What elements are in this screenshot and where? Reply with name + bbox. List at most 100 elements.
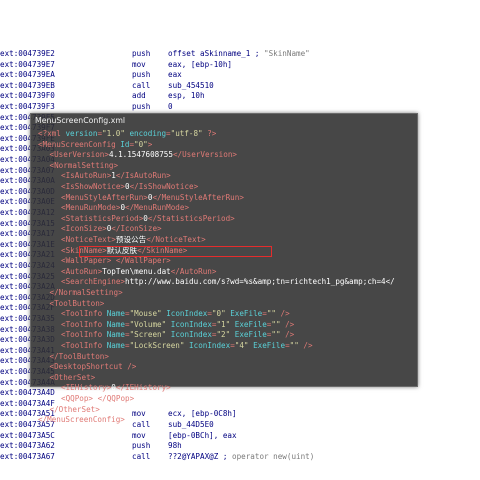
xml-tag: <ToolInfo: [61, 319, 107, 329]
xml-tag: </MenuScreenConfig>: [38, 415, 125, 425]
asm-operands: sub_454510: [168, 80, 214, 90]
xml-tag: <SearchEngine>: [61, 277, 126, 287]
xml-tag: />: [275, 309, 290, 319]
asm-comment: "SkinName": [264, 49, 310, 58]
asm-row[interactable]: ext:004739EB call sub_454510: [0, 81, 480, 92]
asm-row[interactable]: ext:004739EA push eax: [0, 70, 480, 81]
xml-line: <IsShowNotice>0</IsShowNotice>: [61, 182, 198, 193]
asm-row[interactable]: ext:004739E2 push offset aSkinname_1 ; "Sk…: [0, 49, 480, 60]
xml-attribute: Name: [106, 319, 126, 329]
xml-tag: </QQPop>: [97, 394, 135, 403]
popup-title: MenuScreenConfig.xml: [35, 116, 126, 125]
xml-line: <DesktopShortcut />: [50, 362, 137, 373]
xml-value: "Volume": [129, 319, 167, 329]
xml-tag: <NoticeText>: [61, 235, 116, 244]
xml-tag: >: [147, 139, 153, 149]
asm-row[interactable]: ext:004739F3 push 0: [0, 102, 480, 113]
asm-mnemonic: call: [132, 80, 151, 90]
asm-mnemonic: add: [132, 91, 146, 101]
xml-tag: <NormalSetting>: [49, 160, 119, 170]
asm-row[interactable]: ext:004739E7 mov eax, [ebp-10h]: [0, 60, 480, 71]
xml-line: <NoticeText>预设公告</NoticeText>: [61, 235, 206, 246]
xml-tag: </IsShowNotice>: [129, 182, 199, 191]
xml-line: <ToolInfo Name="LockScreen" IconIndex="4…: [61, 341, 313, 352]
xml-line: <ToolInfo Name="Mouse" IconIndex="0" Exe…: [61, 309, 290, 320]
xml-attribute: IconIndex: [170, 330, 212, 340]
asm-address: ext:004739EA: [0, 70, 55, 80]
xml-tag: </UserVersion>: [172, 150, 237, 160]
xml-tag: </MenuRunMode>: [125, 203, 190, 213]
xml-line-highlighted: <AutoRun>TopTen\menu.dat</AutoRun>: [61, 267, 216, 278]
asm-row[interactable]: ext:00473A5C mov [ebp-0BCh], eax: [0, 431, 480, 442]
xml-line: <StatisticsPeriod>0</StatisticsPeriod>: [61, 214, 235, 225]
asm-address: ext:004739F0: [0, 91, 55, 101]
asm-operands: 98h: [168, 441, 182, 451]
xml-tag: </IEHistory>: [115, 383, 171, 393]
xml-text: http://www.baidu.com/s?wd=%s&amp;tn=rich…: [125, 277, 395, 287]
asm-address: ext:004739E7: [0, 59, 55, 69]
asm-operands: [ebp-0BCh], eax: [168, 430, 237, 440]
xml-tag: </OtherSet>: [49, 404, 100, 414]
xml-attribute: ExeFile: [234, 319, 267, 329]
asm-operands: offset aSkinname_1 ; "SkinName": [168, 49, 310, 58]
xml-attribute: Name: [106, 309, 126, 319]
asm-mnemonic: mov: [132, 430, 146, 440]
asm-row[interactable]: ext:00473A67 call ??2@YAPAX@Z ; operator n…: [0, 452, 480, 463]
xml-tag: </NormalSetting>: [49, 288, 123, 297]
xml-text: 4.1.1547608755: [108, 150, 173, 160]
xml-value: "1.0": [102, 129, 125, 138]
asm-address: ext:004739E2: [0, 49, 55, 58]
xml-tag: <StatisticsPeriod>: [61, 213, 144, 223]
xml-tag: </IsAutoRun>: [115, 171, 171, 181]
asm-comment: operator new(uint): [232, 451, 315, 461]
asm-row[interactable]: ext:00473A62 push 98h: [0, 441, 480, 452]
xml-line: <?xml version="1.0" encoding="utf-8" ?>: [38, 129, 216, 140]
xml-attribute: encoding: [129, 129, 167, 138]
xml-value: "utf-8": [170, 129, 203, 138]
xml-tag: <ToolInfo: [61, 341, 107, 350]
xml-value: "2": [216, 330, 231, 340]
xml-tag: </IconSize>: [111, 224, 162, 234]
asm-mnemonic: call: [132, 451, 151, 461]
xml-tag: <IEHistory>: [61, 383, 112, 393]
xml-tag: <IconSize>: [61, 224, 107, 234]
xml-tag: <?xml: [38, 129, 66, 138]
xml-value: "1": [216, 319, 231, 329]
xml-tag: />: [298, 341, 313, 350]
xml-tag: <ToolInfo: [61, 309, 107, 319]
xml-tag: </MenuStyleAfterRun>: [152, 192, 244, 202]
xml-line: <ToolButton>: [50, 299, 105, 310]
asm-operands: ??2@YAPAX@Z ; operator new(uint): [168, 451, 315, 461]
xml-attribute: ExeFile: [253, 341, 286, 350]
xml-attribute: IconIndex: [189, 341, 231, 350]
xml-attribute: version: [65, 129, 98, 138]
xml-tag: </NoticeText>: [146, 235, 206, 244]
xml-attribute: ExeFile: [234, 330, 267, 340]
xml-line: <IsAutoRun>1</IsAutoRun>: [61, 171, 171, 182]
xml-tag: </AutoRun>: [170, 266, 217, 276]
xml-value: "": [271, 319, 281, 329]
xml-line: <MenuRunMode>0</MenuRunMode>: [61, 203, 189, 214]
asm-operands: 0: [168, 102, 173, 111]
asm-mnemonic: push: [132, 70, 151, 80]
xml-line: <ToolInfo Name="Volume" IconIndex="1" Ex…: [61, 320, 294, 331]
xml-tag: <DesktopShortcut />: [49, 362, 137, 372]
asm-address: ext:00473A67: [0, 451, 55, 461]
xml-line: </ToolButton>: [50, 352, 109, 363]
xml-tag: <MenuStyleAfterRun>: [61, 192, 148, 202]
xml-tag: </ToolButton>: [49, 351, 109, 361]
xml-tag: <QQPop>: [61, 394, 94, 403]
asm-row[interactable]: ext:004739F0 add esp, 10h: [0, 91, 480, 102]
xml-tag: <IsAutoRun>: [61, 171, 112, 181]
xml-value: "Screen": [129, 330, 167, 340]
xml-tag: <MenuRunMode>: [61, 203, 121, 213]
xml-line: <QQPop>0</QQPop>: [61, 394, 134, 405]
xml-attribute: Name: [106, 341, 126, 350]
asm-mnemonic: push: [132, 49, 151, 58]
xml-tag: />: [280, 330, 295, 340]
asm-operands: ecx, [ebp-0C8h]: [168, 409, 237, 419]
xml-tag: <ToolInfo: [61, 330, 107, 340]
asm-address: ext:004739F3: [0, 102, 55, 111]
xml-line: <MenuScreenConfig Id="0">: [38, 140, 152, 151]
top-blank-area: [0, 0, 480, 48]
